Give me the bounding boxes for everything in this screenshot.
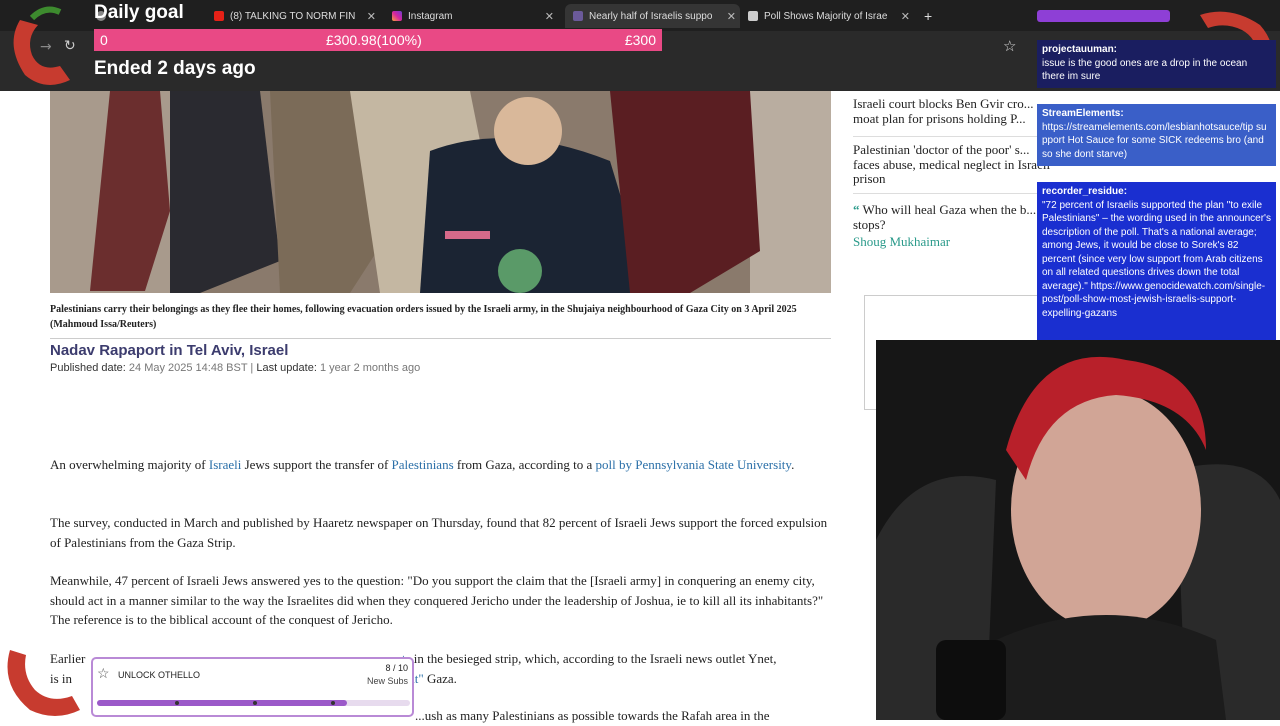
article-paragraph: An overwhelming majority of Israeli Jews… <box>50 455 831 475</box>
goal-target-value: £300 <box>624 32 656 48</box>
sub-goal-title: UNLOCK OTHELLO <box>118 670 201 680</box>
daily-goal-progress-bar: 0 £300.98(100%) £300 <box>94 29 662 51</box>
milestone-tick <box>331 701 335 705</box>
daily-goal-title: Daily goal <box>94 2 184 23</box>
new-tab-button[interactable]: + <box>924 4 940 28</box>
chat-message: recorder_residue: "72 percent of Israeli… <box>1037 182 1276 342</box>
link-israeli[interactable]: Israeli <box>209 457 241 472</box>
text: is in <box>50 670 73 686</box>
updated-date: 1 year 2 months ago <box>319 362 421 374</box>
text: Gaza. <box>423 670 457 686</box>
youtube-icon <box>214 11 224 21</box>
close-icon[interactable]: ✕ <box>367 10 376 23</box>
page-icon <box>748 11 758 21</box>
chat-header-bar <box>1037 10 1170 22</box>
instagram-icon <box>392 11 402 21</box>
sub-goal-fill <box>97 700 348 706</box>
separator: | <box>250 362 254 374</box>
publish-info: Published date: 24 May 2025 14:48 BST | … <box>50 362 420 374</box>
sub-goal-count: 8 / 10 <box>385 663 408 673</box>
chat-username: recorder_residue: <box>1042 186 1128 197</box>
milestone-tick <box>175 701 179 705</box>
goal-progress-label: £300.98(100%) <box>326 32 422 48</box>
article-paragraph: The survey, conducted in March and publi… <box>50 515 828 550</box>
text: in the besieged strip, which, according … <box>410 651 777 666</box>
tab-label: (8) TALKING TO NORM FINKELS <box>230 10 356 22</box>
divider <box>853 193 1038 194</box>
text: An overwhelming majority of <box>50 457 209 472</box>
updated-label: Last update: <box>256 362 317 374</box>
star-icon: ☆ <box>97 665 110 681</box>
text: Jews support the transfer of <box>241 457 392 472</box>
article-hero-image <box>50 91 831 293</box>
article-paragraph: ...ush as many Palestinians as possible … <box>415 708 770 723</box>
webcam-feed <box>876 340 1280 720</box>
chat-message: StreamElements: https://streamelements.c… <box>1037 104 1276 166</box>
published-label: Published date: <box>50 362 126 374</box>
tab-poll[interactable]: Poll Shows Majority of Israelis S ✕ <box>748 4 914 28</box>
mee-icon <box>573 11 583 21</box>
chili-pepper-icon <box>13 6 71 85</box>
divider <box>50 338 831 339</box>
tab-label: Poll Shows Majority of Israelis S <box>764 10 888 22</box>
milestone-tick <box>253 701 257 705</box>
related-article-link[interactable]: Israeli court blocks Ben Gvir cro... moa… <box>853 96 1053 126</box>
article-paragraph: Meanwhile, 47 percent of Israeli Jews an… <box>50 573 824 627</box>
opinion-link[interactable]: “ Who will heal Gaza when the b... stops… <box>853 202 1053 232</box>
tab-label: Instagram <box>408 10 453 22</box>
link-palestinians[interactable]: Palestinians <box>392 457 454 472</box>
goal-start-value: 0 <box>100 32 108 48</box>
chat-username: projectauuman: <box>1042 44 1118 55</box>
article-byline[interactable]: Nadav Rapaport in Tel Aviv, Israel <box>50 342 288 359</box>
close-icon[interactable]: ✕ <box>545 10 554 23</box>
text: from Gaza, according to a <box>453 457 596 472</box>
close-icon[interactable]: ✕ <box>901 10 910 23</box>
published-date: 24 May 2025 14:48 BST <box>128 362 248 374</box>
image-caption: Palestinians carry their belongings as t… <box>50 304 797 330</box>
chat-text: "72 percent of Israelis supported the pl… <box>1042 199 1271 319</box>
opinion-title: Who will heal Gaza when the b... stops? <box>853 202 1037 232</box>
text: Earlier <box>50 651 86 666</box>
sub-goal-track <box>97 700 410 706</box>
tab-label: Nearly half of Israelis support a <box>589 10 713 22</box>
link-poll[interactable]: poll by Pennsylvania State University <box>596 457 792 472</box>
tab-youtube[interactable]: (8) TALKING TO NORM FINKELS ✕ <box>214 4 380 28</box>
chat-username: StreamElements: <box>1042 108 1124 119</box>
sub-goal-widget: ☆ UNLOCK OTHELLO 8 / 10 New Subs <box>91 657 414 717</box>
tab-instagram[interactable]: Instagram ✕ <box>392 4 558 28</box>
close-icon[interactable]: ✕ <box>727 10 736 23</box>
opinion-author[interactable]: Shoug Mukhaimar <box>853 234 1053 250</box>
related-article-link[interactable]: Palestinian 'doctor of the poor' s... fa… <box>853 142 1053 187</box>
text: . <box>791 457 795 472</box>
chat-text: https://streamelements.com/lesbianhotsau… <box>1042 121 1267 160</box>
daily-goal-status: Ended 2 days ago <box>94 58 256 79</box>
divider <box>853 136 1038 137</box>
bookmark-star-icon[interactable]: ☆ <box>1003 37 1016 55</box>
sub-goal-label: New Subs <box>366 676 408 686</box>
chat-text: issue is the good ones are a drop in the… <box>1042 57 1248 83</box>
quote-icon: “ <box>853 202 860 217</box>
tab-middle-east-eye[interactable]: Nearly half of Israelis support a ✕ <box>565 4 740 28</box>
chat-message: projectauuman: issue is the good ones ar… <box>1037 40 1276 88</box>
